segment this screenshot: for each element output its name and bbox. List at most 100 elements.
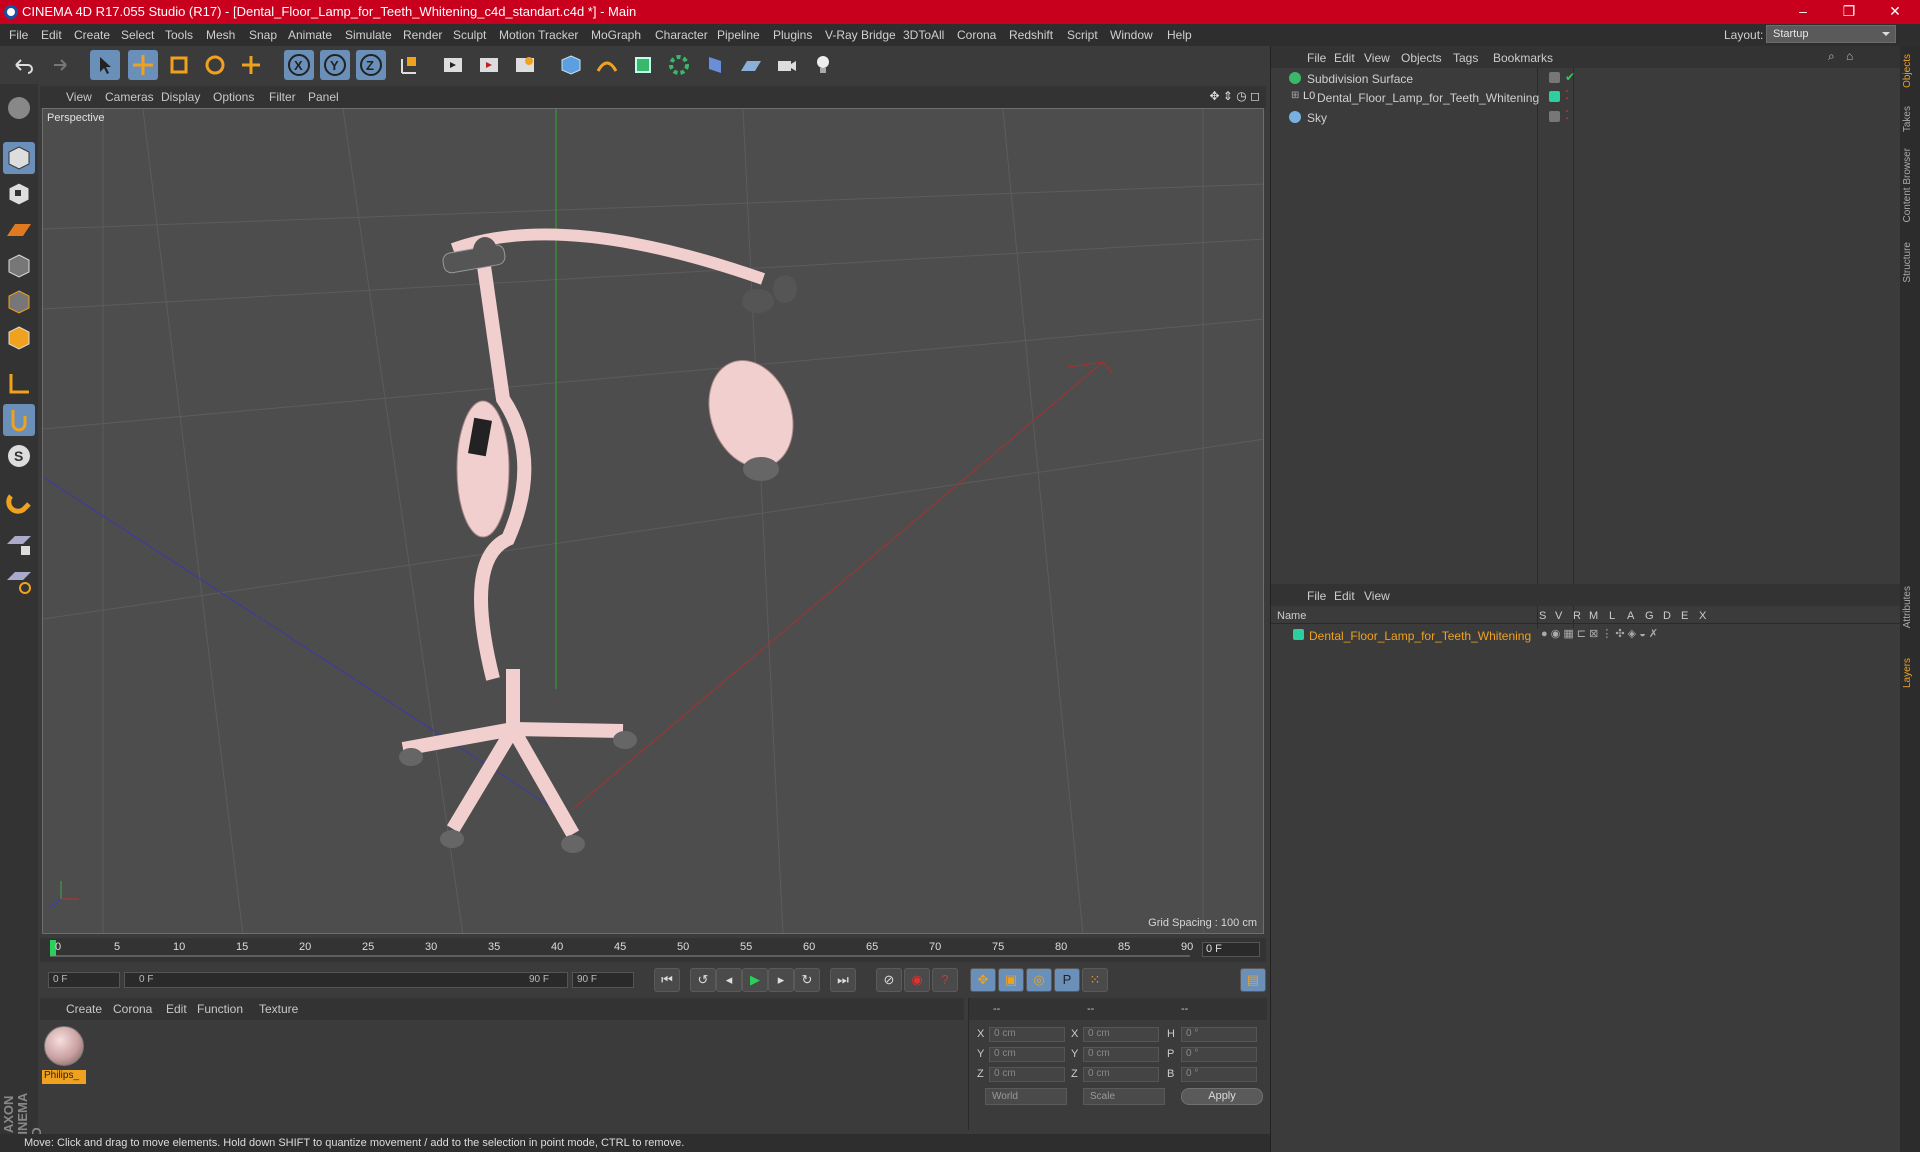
menu-character[interactable]: Character: [655, 28, 708, 42]
rotate-tool-icon[interactable]: [200, 50, 230, 80]
size-y-field[interactable]: 0 cm: [1083, 1047, 1159, 1062]
material-menu-corona[interactable]: Corona: [113, 1002, 152, 1016]
object-row-subdivision-surface[interactable]: Subdivision Surface ✔: [1279, 69, 1899, 87]
menu-help[interactable]: Help: [1167, 28, 1192, 42]
tab-objects[interactable]: Objects: [1902, 54, 1918, 88]
snap-icon[interactable]: [3, 486, 35, 518]
locked-workplane-icon[interactable]: [3, 530, 35, 562]
previous-frame-icon[interactable]: ◂: [716, 968, 742, 992]
scale-dropdown[interactable]: Scale: [1083, 1088, 1165, 1105]
object-menu-file[interactable]: File: [1307, 51, 1326, 65]
planar-workplane-icon[interactable]: [3, 566, 35, 598]
pen-spline-icon[interactable]: [592, 50, 622, 80]
perspective-viewport[interactable]: Perspective Grid Spacing : 100 cm: [42, 108, 1264, 934]
menu-edit[interactable]: Edit: [41, 28, 62, 42]
floor-icon[interactable]: [736, 50, 766, 80]
current-frame-field[interactable]: 0 F: [1202, 942, 1260, 957]
position-x-field[interactable]: 0 cm: [989, 1027, 1065, 1042]
tab-takes[interactable]: Takes: [1902, 106, 1918, 132]
material-menu-texture[interactable]: Texture: [259, 1002, 298, 1016]
object-dots-icon[interactable]: ⁚: [1565, 108, 1569, 122]
material-menu-edit[interactable]: Edit: [166, 1002, 187, 1016]
menu-snap[interactable]: Snap: [249, 28, 277, 42]
position-y-field[interactable]: 0 cm: [989, 1047, 1065, 1062]
menu-mograph[interactable]: MoGraph: [591, 28, 641, 42]
menu-file[interactable]: File: [9, 28, 28, 42]
viewport-menu-options[interactable]: Options: [213, 90, 254, 104]
menu-pipeline[interactable]: Pipeline: [717, 28, 760, 42]
viewport-menu-cameras[interactable]: Cameras: [105, 90, 154, 104]
viewport-menu-panel[interactable]: Panel: [308, 90, 339, 104]
layer-menu-edit[interactable]: Edit: [1334, 589, 1355, 603]
y-axis-icon[interactable]: Y: [320, 50, 350, 80]
object-dots-icon[interactable]: ⁚: [1565, 88, 1569, 102]
deformer-icon[interactable]: [700, 50, 730, 80]
workplane-icon[interactable]: [3, 214, 35, 246]
next-key-icon[interactable]: ↻: [794, 968, 820, 992]
object-visibility-icon[interactable]: [1549, 72, 1560, 83]
position-key-icon[interactable]: ✥: [970, 968, 996, 992]
start-frame-field[interactable]: 0 F: [48, 972, 120, 988]
object-menu-tags[interactable]: Tags: [1453, 51, 1478, 65]
size-x-field[interactable]: 0 cm: [1083, 1027, 1159, 1042]
transform-tool-icon[interactable]: [236, 50, 266, 80]
menu-vray-bridge[interactable]: V-Ray Bridge: [825, 28, 896, 42]
tab-layers[interactable]: Layers: [1902, 658, 1918, 688]
render-settings-icon[interactable]: [510, 50, 540, 80]
end-frame-field[interactable]: 90 F: [572, 972, 634, 988]
previous-key-icon[interactable]: ↺: [690, 968, 716, 992]
frame-range-slider[interactable]: 0 F 90 F: [124, 972, 568, 988]
position-z-field[interactable]: 0 cm: [989, 1067, 1065, 1082]
render-view-icon[interactable]: [438, 50, 468, 80]
menu-select[interactable]: Select: [121, 28, 154, 42]
next-frame-icon[interactable]: ▸: [768, 968, 794, 992]
undo-icon[interactable]: [8, 50, 38, 80]
cube-primitive-icon[interactable]: [556, 50, 586, 80]
camera-icon[interactable]: [772, 50, 802, 80]
redo-icon[interactable]: [44, 50, 74, 80]
rotation-b-field[interactable]: 0 °: [1181, 1067, 1257, 1082]
tweak-mode-icon[interactable]: [3, 404, 35, 436]
make-editable-icon[interactable]: [3, 92, 35, 124]
autokey-icon[interactable]: ◉: [904, 968, 930, 992]
axis-mode-icon[interactable]: [3, 368, 35, 400]
menu-corona[interactable]: Corona: [957, 28, 996, 42]
keyframe-selection-icon[interactable]: ?: [932, 968, 958, 992]
light-icon[interactable]: [808, 50, 838, 80]
expand-icon[interactable]: ⊞: [1291, 90, 1299, 101]
restore-icon[interactable]: ❐: [1826, 0, 1872, 24]
model-mode-icon[interactable]: [3, 142, 35, 174]
object-home-icon[interactable]: ⌂: [1846, 49, 1853, 63]
move-tool-icon[interactable]: [128, 50, 158, 80]
scale-tool-icon[interactable]: [164, 50, 194, 80]
record-keys-icon[interactable]: ⊘: [876, 968, 902, 992]
minimize-icon[interactable]: –: [1780, 0, 1826, 24]
world-dropdown[interactable]: World: [985, 1088, 1067, 1105]
menu-sculpt[interactable]: Sculpt: [453, 28, 486, 42]
object-search-icon[interactable]: ⌕: [1828, 49, 1835, 64]
viewport-menu-filter[interactable]: Filter: [269, 90, 296, 104]
tab-attributes[interactable]: Attributes: [1902, 586, 1918, 628]
enabled-check-icon[interactable]: ✔: [1565, 70, 1575, 84]
object-menu-edit[interactable]: Edit: [1334, 51, 1355, 65]
menu-plugins[interactable]: Plugins: [773, 28, 812, 42]
menu-redshift[interactable]: Redshift: [1009, 28, 1053, 42]
menu-3dtoall[interactable]: 3DToAll: [903, 28, 944, 42]
menu-window[interactable]: Window: [1110, 28, 1153, 42]
tab-content-browser[interactable]: Content Browser: [1902, 148, 1918, 222]
rotation-key-icon[interactable]: ◎: [1026, 968, 1052, 992]
edges-mode-icon[interactable]: [3, 286, 35, 318]
play-icon[interactable]: ▶: [742, 968, 768, 992]
solo-icon[interactable]: S: [3, 440, 35, 472]
close-icon[interactable]: ✕: [1872, 0, 1918, 24]
menu-create[interactable]: Create: [74, 28, 110, 42]
apply-button[interactable]: Apply: [1181, 1088, 1263, 1105]
layer-color-icon[interactable]: [1549, 91, 1560, 102]
tab-structure[interactable]: Structure: [1902, 242, 1918, 283]
menu-render[interactable]: Render: [403, 28, 442, 42]
menu-tools[interactable]: Tools: [165, 28, 193, 42]
render-picture-viewer-icon[interactable]: [474, 50, 504, 80]
points-mode-icon[interactable]: [3, 250, 35, 282]
layer-name[interactable]: Dental_Floor_Lamp_for_Teeth_Whitening: [1309, 629, 1531, 643]
cloner-icon[interactable]: [664, 50, 694, 80]
